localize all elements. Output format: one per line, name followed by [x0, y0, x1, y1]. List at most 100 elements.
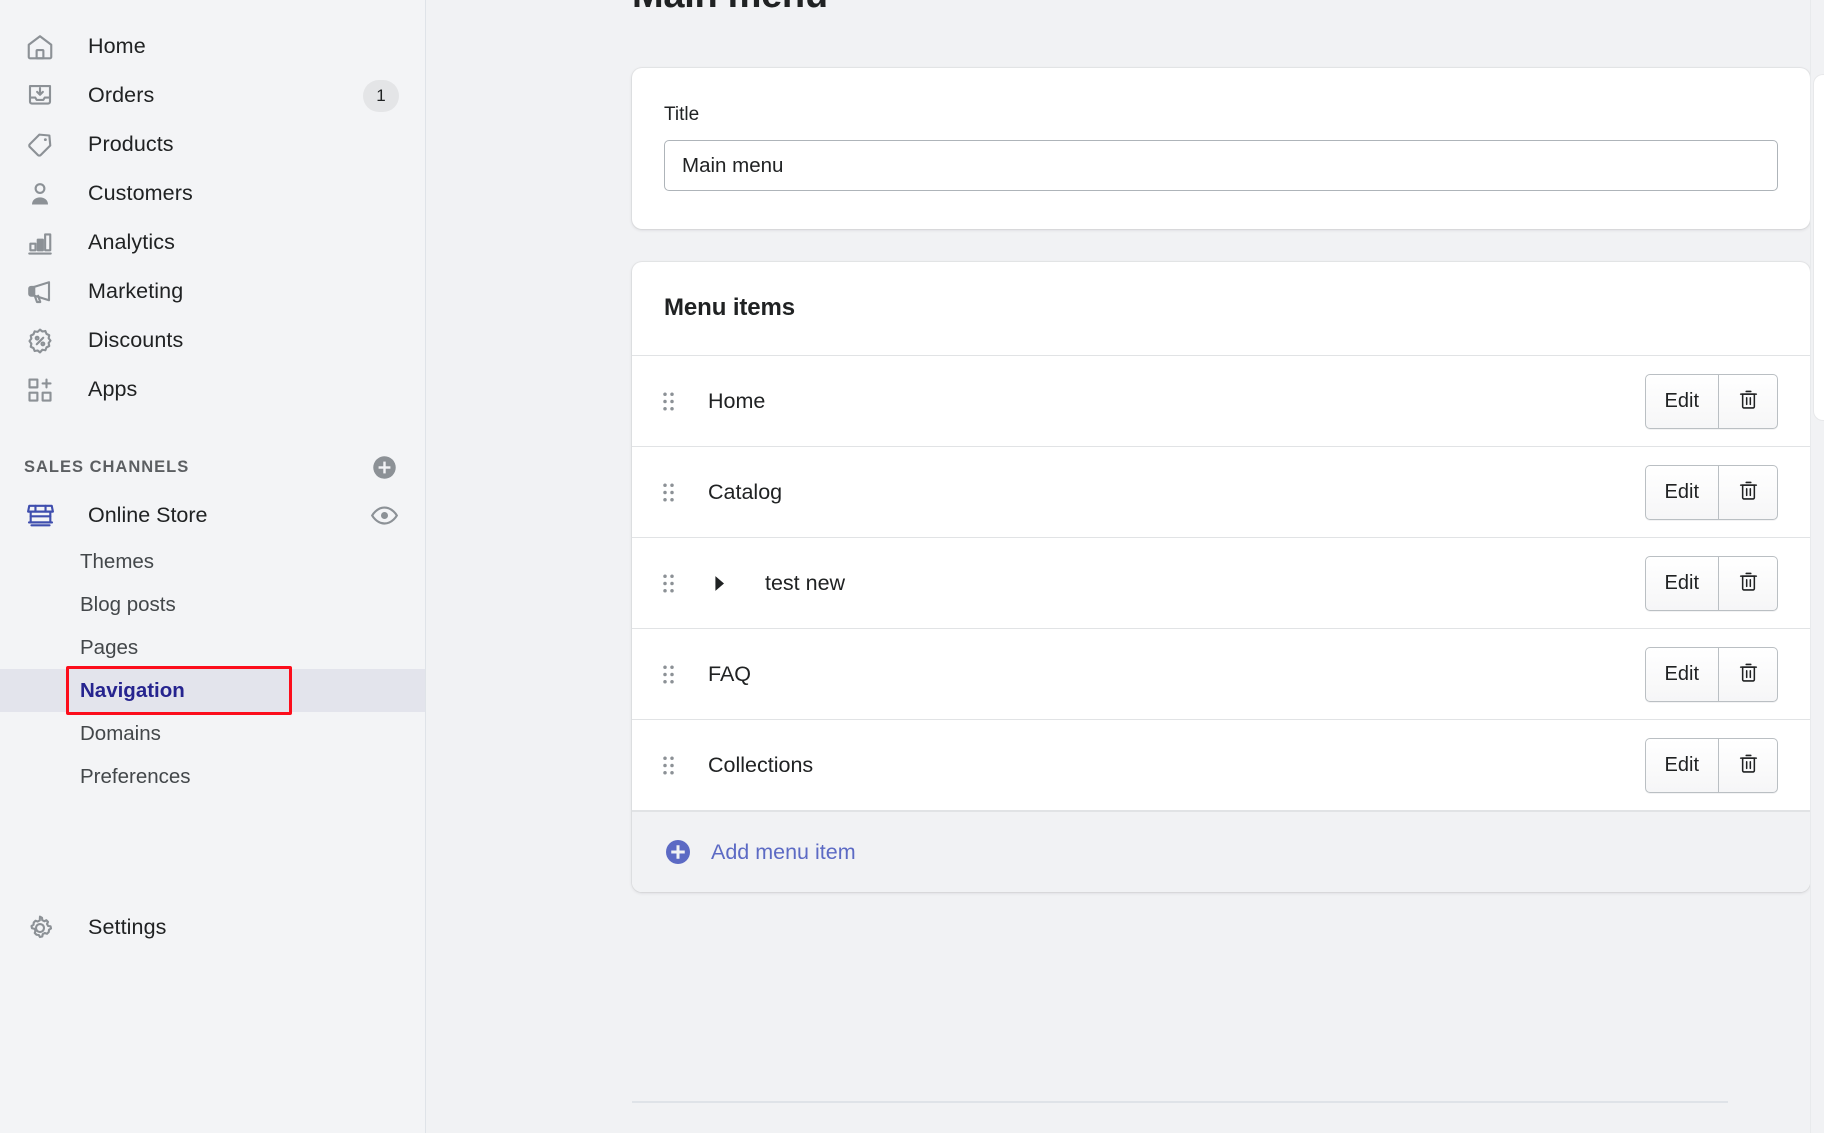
- edit-button[interactable]: Edit: [1646, 557, 1718, 610]
- trash-icon: [1737, 752, 1760, 778]
- page-title: Main menu: [632, 0, 828, 17]
- title-field-label: Title: [664, 104, 1778, 126]
- menu-item-label: Collections: [708, 753, 813, 778]
- title-input[interactable]: [664, 140, 1778, 191]
- online-store-label: Online Store: [88, 503, 208, 528]
- sidebar-item-customers[interactable]: Customers: [0, 169, 425, 218]
- plus-circle-icon[interactable]: [370, 453, 399, 482]
- settings-row-wrapper: Settings: [0, 903, 425, 952]
- sidebar-item-blog-posts[interactable]: Blog posts: [0, 583, 425, 626]
- discounts-percent-icon: [24, 325, 56, 357]
- trash-icon: [1737, 388, 1760, 414]
- menu-item-label: FAQ: [708, 662, 751, 687]
- admin-app-window: Home Orders 1 Products: [0, 0, 1824, 1133]
- edit-button[interactable]: Edit: [1646, 739, 1718, 792]
- home-icon: [24, 31, 56, 63]
- trash-icon: [1737, 479, 1760, 505]
- row-action-group: Edit: [1645, 374, 1778, 429]
- orders-icon: [24, 80, 56, 112]
- trash-icon: [1737, 570, 1760, 596]
- menu-item-label: Catalog: [708, 480, 782, 505]
- delete-button[interactable]: [1718, 739, 1777, 792]
- main-sidebar: Home Orders 1 Products: [0, 0, 426, 1133]
- marketing-megaphone-icon: [24, 276, 56, 308]
- sidebar-item-label: Settings: [88, 915, 167, 940]
- sidebar-item-products[interactable]: Products: [0, 120, 425, 169]
- bottom-divider: [632, 1101, 1728, 1103]
- sidebar-item-home[interactable]: Home: [0, 22, 425, 71]
- table-row[interactable]: test new Edit: [632, 538, 1810, 629]
- sidebar-item-preferences[interactable]: Preferences: [0, 755, 425, 798]
- delete-button[interactable]: [1718, 466, 1777, 519]
- add-menu-item-button[interactable]: Add menu item: [632, 811, 1810, 892]
- sidebar-item-label: Discounts: [88, 328, 183, 353]
- sidebar-sub-label: Blog posts: [80, 593, 176, 617]
- table-row[interactable]: Collections Edit: [632, 720, 1810, 811]
- sidebar-sub-label: Navigation: [80, 679, 185, 703]
- orders-count-badge: 1: [363, 80, 399, 112]
- sidebar-item-settings[interactable]: Settings: [0, 903, 425, 952]
- sidebar-sub-label: Domains: [80, 722, 161, 746]
- eye-icon[interactable]: [370, 501, 399, 530]
- row-action-group: Edit: [1645, 647, 1778, 702]
- apps-grid-plus-icon: [24, 374, 56, 406]
- sidebar-item-label: Marketing: [88, 279, 183, 304]
- sidebar-item-label: Analytics: [88, 230, 175, 255]
- add-menu-item-label: Add menu item: [711, 840, 856, 865]
- analytics-bar-chart-icon: [24, 227, 56, 259]
- sales-channels-title: SALES CHANNELS: [24, 458, 189, 477]
- table-row[interactable]: Home Edit: [632, 356, 1810, 447]
- row-action-group: Edit: [1645, 556, 1778, 611]
- chevron-right-icon[interactable]: [708, 575, 730, 592]
- right-panel-edge: [1814, 75, 1824, 420]
- title-card: Title: [632, 68, 1810, 229]
- edit-button[interactable]: Edit: [1646, 648, 1718, 701]
- online-store-icon: [24, 499, 56, 531]
- content-column: Title Menu items H: [632, 68, 1810, 892]
- sidebar-sub-label: Pages: [80, 636, 138, 660]
- table-row[interactable]: FAQ Edit: [632, 629, 1810, 720]
- drag-handle-icon[interactable]: [662, 571, 682, 595]
- sidebar-item-orders[interactable]: Orders 1: [0, 71, 425, 120]
- drag-handle-icon[interactable]: [662, 389, 682, 413]
- sidebar-item-label: Apps: [88, 377, 137, 402]
- main-content-area: Main menu Title Menu items: [426, 0, 1824, 1133]
- sidebar-item-marketing[interactable]: Marketing: [0, 267, 425, 316]
- menu-item-label: test new: [765, 571, 845, 596]
- sidebar-item-online-store[interactable]: Online Store: [0, 490, 425, 540]
- table-row[interactable]: Catalog Edit: [632, 447, 1810, 538]
- trash-icon: [1737, 661, 1760, 687]
- menu-item-label: Home: [708, 389, 765, 414]
- sidebar-sub-label: Preferences: [80, 765, 191, 789]
- sidebar-item-pages[interactable]: Pages: [0, 626, 425, 669]
- drag-handle-icon[interactable]: [662, 662, 682, 686]
- sidebar-sub-label: Themes: [80, 550, 154, 574]
- edit-button[interactable]: Edit: [1646, 375, 1718, 428]
- drag-handle-icon[interactable]: [662, 480, 682, 504]
- sidebar-item-analytics[interactable]: Analytics: [0, 218, 425, 267]
- row-action-group: Edit: [1645, 738, 1778, 793]
- sidebar-item-themes[interactable]: Themes: [0, 540, 425, 583]
- drag-handle-icon[interactable]: [662, 753, 682, 777]
- sidebar-item-label: Customers: [88, 181, 193, 206]
- delete-button[interactable]: [1718, 375, 1777, 428]
- gear-icon: [24, 912, 56, 944]
- menu-items-card: Menu items Home Edit: [632, 262, 1810, 892]
- edit-button[interactable]: Edit: [1646, 466, 1718, 519]
- menu-items-heading: Menu items: [664, 294, 1778, 322]
- products-tag-icon: [24, 129, 56, 161]
- sidebar-item-label: Orders: [88, 83, 154, 108]
- sidebar-item-discounts[interactable]: Discounts: [0, 316, 425, 365]
- menu-items-header: Menu items: [632, 262, 1810, 356]
- row-action-group: Edit: [1645, 465, 1778, 520]
- sidebar-item-navigation[interactable]: Navigation: [0, 669, 425, 712]
- sales-channels-header: SALES CHANNELS: [0, 444, 425, 490]
- sidebar-item-domains[interactable]: Domains: [0, 712, 425, 755]
- sidebar-item-apps[interactable]: Apps: [0, 365, 425, 414]
- delete-button[interactable]: [1718, 648, 1777, 701]
- sidebar-item-label: Home: [88, 34, 146, 59]
- sidebar-item-label: Products: [88, 132, 174, 157]
- page-scrollbar[interactable]: [1810, 0, 1824, 1133]
- delete-button[interactable]: [1718, 557, 1777, 610]
- plus-circle-filled-icon: [662, 836, 694, 868]
